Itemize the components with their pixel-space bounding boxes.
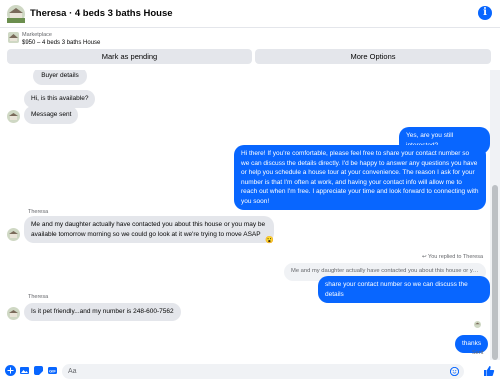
info-icon[interactable]: i [478, 6, 492, 20]
listing-source: Marketplace [22, 32, 52, 38]
thread-scrollbar[interactable] [490, 70, 500, 360]
gif-icon[interactable]: GIF [47, 365, 58, 376]
thumbs-up-icon[interactable] [483, 365, 495, 377]
message-incoming[interactable]: Message sent [24, 106, 79, 124]
mark-as-pending-button[interactable]: Mark as pending [7, 49, 252, 64]
reply-indicator: ↩ You replied to Theresa [422, 254, 483, 260]
message-incoming[interactable]: Is it pet friendly...and my number is 24… [24, 303, 181, 321]
photo-icon[interactable] [19, 365, 30, 376]
replied-to-label: You replied to Theresa [428, 254, 484, 260]
plus-icon[interactable] [5, 365, 16, 376]
chat-header: Theresa · 4 beds 3 baths House i [0, 0, 500, 28]
message-input[interactable]: Aa [62, 364, 464, 379]
sent-status: Sent [472, 350, 484, 356]
listing-summary[interactable]: $950 – 4 beds 3 baths House [22, 40, 100, 46]
sender-name: Theresa [28, 294, 49, 300]
more-options-button[interactable]: More Options [255, 49, 491, 64]
emoji-icon[interactable] [450, 367, 459, 376]
chat-title[interactable]: Theresa · 4 beds 3 baths House [30, 8, 173, 19]
house-thumbnail-avatar[interactable] [7, 5, 25, 23]
listing-thumbnail[interactable] [8, 32, 19, 43]
sender-name: Theresa [28, 209, 49, 215]
sender-avatar [7, 110, 20, 123]
message-thread[interactable]: Buyer details Hi, is this available? Mes… [0, 70, 490, 360]
message-incoming[interactable]: Hi, is this available? [24, 90, 96, 108]
message-composer: GIF Aa [0, 360, 500, 384]
svg-text:GIF: GIF [49, 368, 56, 373]
message-outgoing[interactable]: share your contact number so we can disc… [318, 276, 490, 303]
message-incoming[interactable]: Me and my daughter actually have contact… [24, 216, 274, 243]
sender-avatar [7, 307, 20, 320]
message-outgoing[interactable]: Hi there! If you're comfortable, please … [234, 145, 486, 210]
sender-avatar [7, 228, 20, 241]
reaction-emoji[interactable]: 😮 [265, 236, 274, 244]
sticker-icon[interactable] [33, 365, 44, 376]
scrollbar-thumb[interactable] [492, 185, 498, 360]
read-receipt-avatar [474, 321, 481, 328]
buyer-details-button[interactable]: Buyer details [33, 70, 87, 85]
